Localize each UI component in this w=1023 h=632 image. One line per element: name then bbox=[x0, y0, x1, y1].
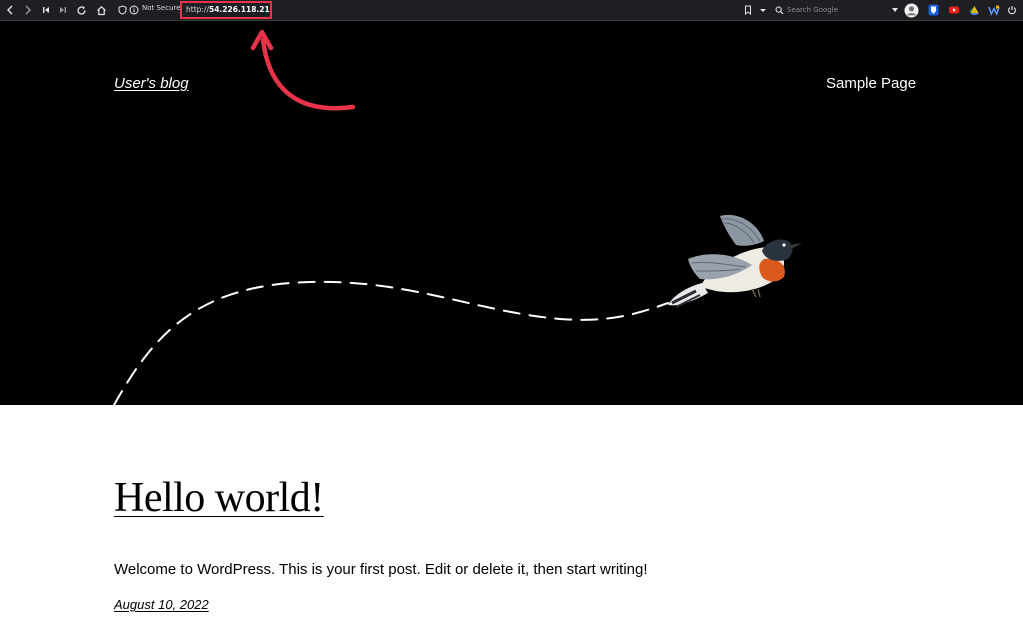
annotation-arrow bbox=[250, 29, 356, 111]
browser-window: Not Secure http://54.226.118.216 Search … bbox=[0, 0, 1023, 632]
url-host: 54.226.118.216 bbox=[208, 5, 272, 14]
bird-illustration bbox=[668, 214, 802, 308]
w-extension-icon[interactable] bbox=[986, 2, 1002, 18]
site-header: User's blog Sample Page bbox=[0, 21, 1023, 405]
skip-back-icon[interactable] bbox=[38, 2, 54, 18]
search-engine-chevron-icon[interactable] bbox=[892, 8, 898, 12]
url-scheme: http:// bbox=[186, 5, 209, 14]
profile-icon[interactable] bbox=[903, 2, 919, 18]
search-bar[interactable]: Search Google bbox=[772, 2, 900, 18]
forward-icon[interactable] bbox=[20, 2, 36, 18]
power-icon[interactable] bbox=[1004, 2, 1020, 18]
info-icon[interactable] bbox=[126, 2, 142, 18]
flight-path-illustration bbox=[113, 280, 669, 405]
back-icon[interactable] bbox=[2, 2, 18, 18]
youtube-extension-icon[interactable] bbox=[946, 2, 962, 18]
post-title-link[interactable]: Hello world! bbox=[114, 474, 324, 522]
bitwarden-extension-icon[interactable] bbox=[925, 2, 941, 18]
security-status[interactable]: Not Secure bbox=[142, 4, 181, 12]
drive-extension-icon[interactable] bbox=[966, 2, 982, 18]
browser-toolbar: Not Secure http://54.226.118.216 Search … bbox=[0, 0, 1023, 21]
address-bar[interactable]: http://54.226.118.216 bbox=[180, 1, 272, 19]
bookmark-icon[interactable] bbox=[740, 2, 756, 18]
search-icon bbox=[775, 5, 784, 21]
post-date-link[interactable]: August 10, 2022 bbox=[114, 597, 209, 612]
bookmark-menu-chevron-icon[interactable] bbox=[755, 2, 771, 18]
reload-icon[interactable] bbox=[73, 2, 89, 18]
skip-forward-icon[interactable] bbox=[55, 2, 71, 18]
home-icon[interactable] bbox=[93, 2, 109, 18]
search-placeholder: Search Google bbox=[787, 6, 838, 14]
post-excerpt: Welcome to WordPress. This is your first… bbox=[114, 561, 648, 578]
